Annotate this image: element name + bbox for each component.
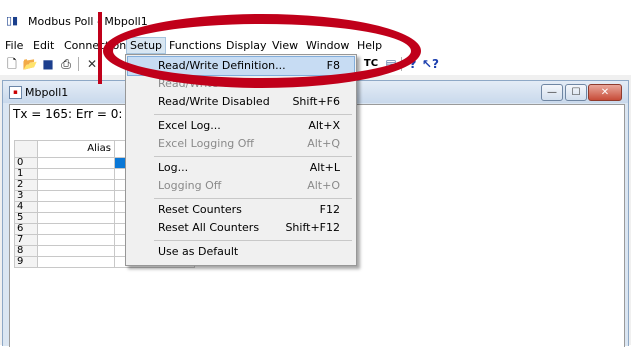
row-number: 1 <box>14 168 38 180</box>
alias-cell[interactable] <box>37 190 115 202</box>
menuitem-shortcut: Shift+F12 <box>285 221 340 234</box>
menuitem-reset-counters[interactable]: Reset Counters F12 <box>128 201 354 219</box>
setup-dropdown-menu: Read/Write Definition... F8 Read/Write O… <box>125 54 357 266</box>
print-icon[interactable]: ⎙ <box>58 56 74 72</box>
toolbar-separator <box>401 57 402 71</box>
menuitem-label: Log... <box>158 161 189 174</box>
row-number: 8 <box>14 245 38 257</box>
menu-help[interactable]: Help <box>354 38 385 53</box>
red-highlight-stroke <box>98 12 102 84</box>
menu-connection[interactable]: Connection <box>61 38 129 53</box>
menuitem-shortcut: Alt+Q <box>307 137 340 150</box>
minimize-button[interactable]: — <box>541 84 563 101</box>
alias-cell[interactable] <box>37 245 115 257</box>
menu-separator <box>154 198 352 199</box>
app-titlebar: ▯▮ Modbus Poll - Mbpoll1 <box>0 0 631 30</box>
save-icon[interactable]: ■ <box>40 56 56 72</box>
menu-edit[interactable]: Edit <box>30 38 57 53</box>
close-button[interactable]: ✕ <box>588 84 622 101</box>
menu-window[interactable]: Window <box>303 38 352 53</box>
menuitem-logging-off: Logging Off Alt+O <box>128 177 354 195</box>
row-number: 0 <box>14 157 38 169</box>
modbus-logo-icon: ▯▮ <box>6 14 19 27</box>
menuitem-reset-all-counters[interactable]: Reset All Counters Shift+F12 <box>128 219 354 237</box>
alias-cell[interactable] <box>37 157 115 169</box>
monitor-icon[interactable]: ▤ <box>383 56 399 72</box>
row-number: 3 <box>14 190 38 202</box>
status-line: Tx = 165: Err = 0: ID <box>13 107 139 121</box>
menubar: File Edit Connection Setup Functions Dis… <box>0 37 631 54</box>
document-icon: ▪ <box>9 86 22 99</box>
alias-cell[interactable] <box>37 201 115 213</box>
menu-separator <box>154 156 352 157</box>
menuitem-label: Logging Off <box>158 179 222 192</box>
menuitem-label: Read/Write Disabled <box>158 95 270 108</box>
row-number: 4 <box>14 201 38 213</box>
menu-separator <box>154 114 352 115</box>
tc-icon[interactable]: TC <box>360 56 382 72</box>
menu-separator <box>154 240 352 241</box>
menuitem-read-write-once: Read/Write Once <box>128 75 354 93</box>
menuitem-label: Reset Counters <box>158 203 242 216</box>
alias-cell[interactable] <box>37 256 115 268</box>
alias-cell[interactable] <box>37 168 115 180</box>
menuitem-read-write-disabled[interactable]: Read/Write Disabled Shift+F6 <box>128 93 354 111</box>
alias-cell[interactable] <box>37 212 115 224</box>
alias-cell[interactable] <box>37 223 115 235</box>
menuitem-label: Use as Default <box>158 245 239 258</box>
alias-cell[interactable] <box>37 179 115 191</box>
menuitem-label: Read/Write Once <box>158 77 251 90</box>
menuitem-label: Excel Log... <box>158 119 221 132</box>
menuitem-use-as-default[interactable]: Use as Default <box>128 243 354 261</box>
toolbar-separator <box>78 57 79 71</box>
row-number: 5 <box>14 212 38 224</box>
menuitem-shortcut: Alt+O <box>307 179 340 192</box>
menu-view[interactable]: View <box>269 38 301 53</box>
row-number: 7 <box>14 234 38 246</box>
grid-corner <box>14 140 38 158</box>
menuitem-excel-logging-off: Excel Logging Off Alt+Q <box>128 135 354 153</box>
maximize-button[interactable]: ☐ <box>565 84 587 101</box>
menuitem-shortcut: Alt+X <box>308 119 340 132</box>
open-icon[interactable]: 📂 <box>22 56 38 72</box>
status-text: Tx = 165: Err = 0: ID <box>13 107 140 121</box>
menuitem-shortcut: Shift+F6 <box>292 95 340 108</box>
alias-header[interactable]: Alias <box>37 140 115 158</box>
menu-functions[interactable]: Functions <box>166 38 225 53</box>
help-icon[interactable]: ? <box>405 56 421 72</box>
menuitem-shortcut: F8 <box>326 59 340 72</box>
row-number: 9 <box>14 256 38 268</box>
context-help-icon[interactable]: ↖? <box>422 56 439 72</box>
menuitem-label: Excel Logging Off <box>158 137 255 150</box>
menu-setup[interactable]: Setup <box>125 37 167 54</box>
menuitem-read-write-definition[interactable]: Read/Write Definition... F8 <box>127 56 355 76</box>
menuitem-excel-log[interactable]: Excel Log... Alt+X <box>128 117 354 135</box>
menuitem-label: Reset All Counters <box>158 221 260 234</box>
menuitem-log[interactable]: Log... Alt+L <box>128 159 354 177</box>
child-title: Mbpoll1 <box>25 86 69 99</box>
menuitem-shortcut: Alt+L <box>309 161 340 174</box>
menuitem-label: Read/Write Definition... <box>158 59 286 72</box>
menu-file[interactable]: File <box>2 38 26 53</box>
alias-cell[interactable] <box>37 234 115 246</box>
app-title: Modbus Poll - Mbpoll1 <box>28 15 148 28</box>
menuitem-shortcut: F12 <box>319 203 340 216</box>
row-number: 6 <box>14 223 38 235</box>
row-number: 2 <box>14 179 38 191</box>
new-icon[interactable]: 🗋 <box>4 56 20 72</box>
menu-display[interactable]: Display <box>223 38 270 53</box>
